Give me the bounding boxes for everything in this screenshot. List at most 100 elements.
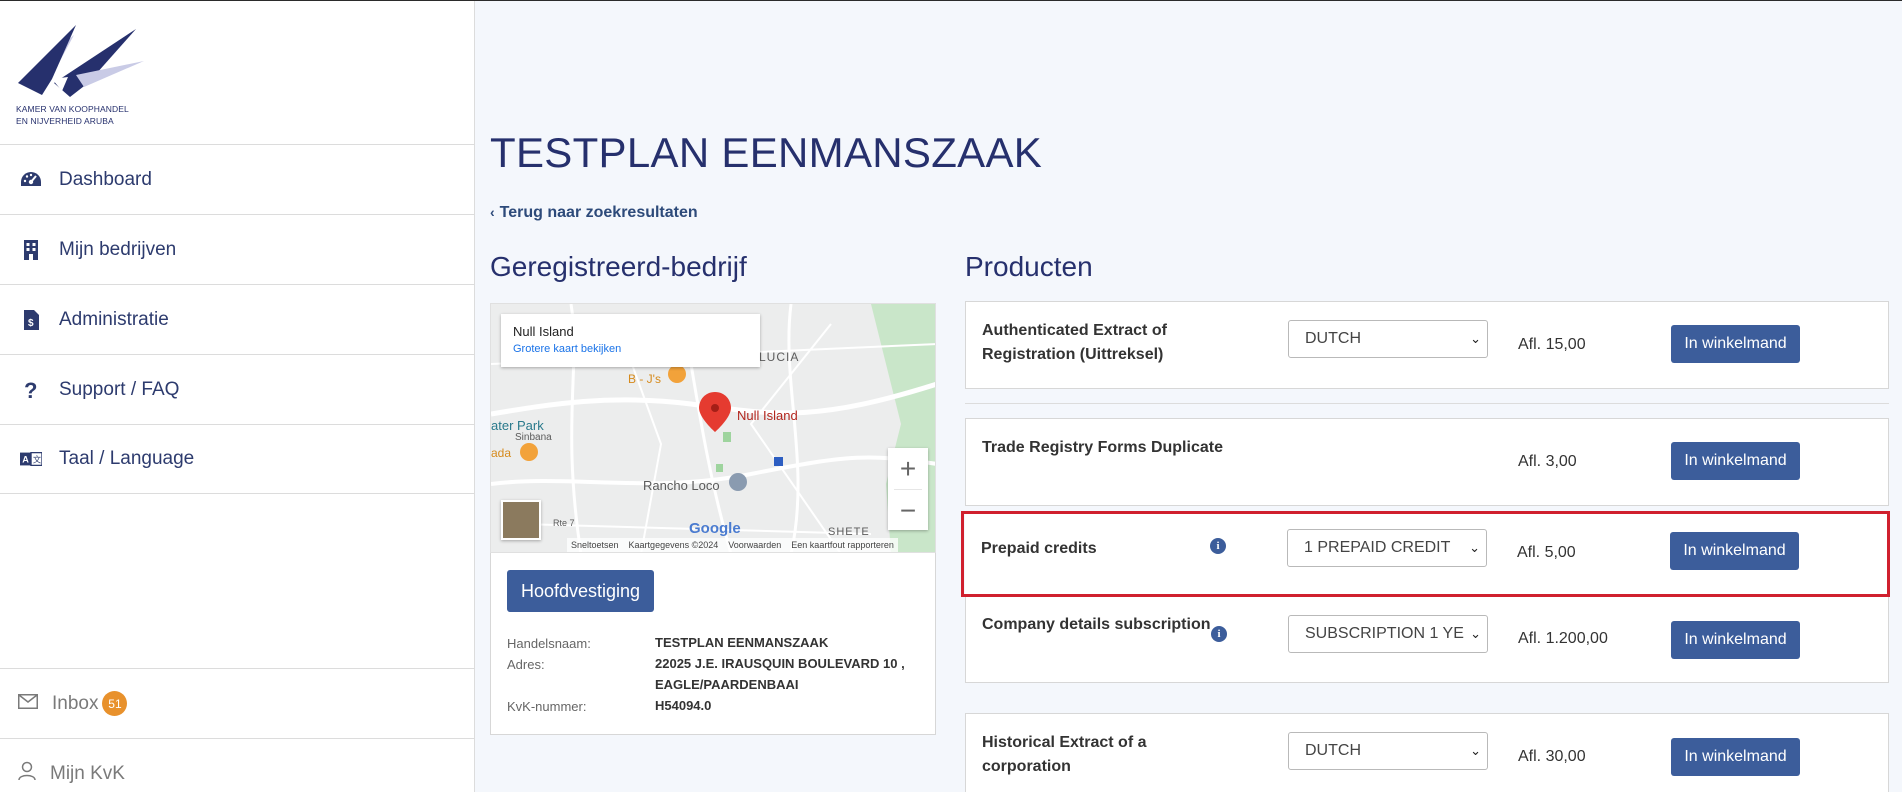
- svg-text:文: 文: [33, 455, 41, 465]
- product-row-prepaid-credits: Prepaid credits i 1 PREPAID CREDIT ⌄ Afl.…: [965, 514, 1889, 594]
- trade-name-value: TESTPLAN EENMANSZAAK: [655, 635, 829, 650]
- product-name: Trade Registry Forms Duplicate: [982, 439, 1223, 456]
- back-link-label: Terug naar zoekresultaten: [499, 204, 698, 221]
- add-to-cart-button[interactable]: In winkelmand: [1670, 532, 1799, 570]
- sidebar: KAMER VAN KOOPHANDEL EN NIJVERHEID ARUBA…: [0, 1, 475, 792]
- info-icon[interactable]: i: [1210, 538, 1226, 554]
- speedometer-icon: [20, 169, 42, 191]
- headquarters-badge[interactable]: Hoofdvestiging: [507, 570, 654, 612]
- select-value: DUTCH: [1305, 330, 1361, 347]
- add-to-cart-button[interactable]: In winkelmand: [1671, 442, 1800, 480]
- kvk-number-value: H54094.0: [655, 698, 712, 713]
- sidebar-item-mijn-bedrijven[interactable]: Mijn bedrijven: [0, 214, 475, 284]
- sidebar-item-mijn-kvk[interactable]: Mijn KvK: [0, 738, 475, 792]
- inbox-count-badge: 51: [102, 691, 128, 716]
- back-to-results-link[interactable]: ‹ Terug naar zoekresultaten: [490, 204, 698, 222]
- brand-line-2: EN NIJVERHEID ARUBA: [16, 116, 114, 126]
- chevron-down-icon: ⌄: [1466, 540, 1480, 556]
- account-label: Mijn KvK: [50, 762, 125, 784]
- product-name: Prepaid credits: [981, 540, 1097, 557]
- sidebar-item-label: Dashboard: [59, 168, 152, 190]
- select-value: DUTCH: [1305, 742, 1361, 759]
- sidebar-item-language[interactable]: A文 Taal / Language: [0, 424, 475, 494]
- map-pin-label: Null Island: [737, 408, 798, 423]
- google-logo: Google: [689, 520, 741, 537]
- zoom-out-button[interactable]: −: [888, 490, 928, 531]
- address-value: 22025 J.E. IRAUSQUIN BOULEVARD 10 , EAGL…: [655, 656, 905, 692]
- sidebar-item-support-faq[interactable]: ? Support / FAQ: [0, 354, 475, 424]
- map-label: Rte 7: [553, 518, 575, 528]
- question-icon: ?: [20, 379, 42, 401]
- map-label: LUCIA: [759, 350, 800, 364]
- invoice-icon: $: [20, 309, 42, 331]
- language-select[interactable]: DUTCH ⌄: [1288, 320, 1488, 358]
- svg-text:$: $: [28, 318, 34, 329]
- user-icon: [18, 761, 36, 786]
- bigger-map-link[interactable]: Grotere kaart bekijken: [513, 343, 748, 355]
- product-price: Afl. 5,00: [1517, 544, 1576, 561]
- product-name: Company details subscription: [982, 616, 1211, 633]
- product-row: Historical Extract of a corporation DUTC…: [965, 713, 1889, 792]
- chevron-down-icon: ⌄: [1467, 743, 1481, 759]
- brand-name: KAMER VAN KOOPHANDEL EN NIJVERHEID ARUBA: [16, 103, 129, 127]
- map-data-credit: Kaartgegevens ©2024: [628, 540, 719, 550]
- map-label: SHETE: [828, 526, 870, 538]
- product-price: Afl. 3,00: [1518, 453, 1577, 470]
- add-to-cart-button[interactable]: In winkelmand: [1671, 325, 1800, 363]
- company-details-card: Hoofdvestiging Handelsnaam: TESTPLAN EEN…: [490, 553, 936, 735]
- google-logo-text: Google: [689, 520, 741, 537]
- product-price: Afl. 30,00: [1518, 748, 1586, 765]
- language-select[interactable]: DUTCH ⌄: [1288, 732, 1488, 770]
- product-divider: [965, 403, 1889, 404]
- chevron-down-icon: ⌄: [1467, 331, 1481, 347]
- map-attribution: Sneltoetsen Kaartgegevens ©2024 Voorwaar…: [567, 538, 898, 552]
- language-icon: A文: [20, 448, 42, 470]
- credits-select[interactable]: 1 PREPAID CREDIT ⌄: [1287, 529, 1487, 567]
- sidebar-item-inbox[interactable]: Inbox 51: [0, 668, 475, 738]
- sidebar-item-dashboard[interactable]: Dashboard: [0, 144, 475, 214]
- product-price: Afl. 1.200,00: [1518, 630, 1608, 647]
- sidebar-item-administratie[interactable]: $ Administratie: [0, 284, 475, 354]
- zoom-in-button[interactable]: +: [888, 448, 928, 489]
- map-label: ada: [491, 446, 512, 460]
- info-icon[interactable]: i: [1211, 626, 1227, 642]
- chevron-left-icon: ‹: [490, 204, 495, 220]
- select-value: SUBSCRIPTION 1 YE: [1305, 625, 1464, 642]
- map-label: Rancho Loco: [643, 478, 720, 493]
- map-label: Sinbana: [515, 432, 552, 443]
- map-terms-link[interactable]: Voorwaarden: [728, 540, 781, 550]
- building-icon: [20, 239, 42, 261]
- map-zoom-controls: + −: [888, 448, 928, 530]
- add-to-cart-button[interactable]: In winkelmand: [1671, 621, 1800, 659]
- envelope-icon: [18, 693, 38, 714]
- sidebar-nav: Dashboard Mijn bedrijven $ Administratie…: [0, 144, 475, 494]
- sidebar-item-label: Mijn bedrijven: [59, 238, 177, 260]
- address-label: Adres:: [507, 657, 545, 672]
- map-report-link[interactable]: Een kaartfout rapporteren: [791, 540, 894, 550]
- registered-company-heading: Geregistreerd-bedrijf: [490, 251, 747, 282]
- product-row: Company details subscription i SUBSCRIPT…: [965, 597, 1889, 683]
- sidebar-bottom: Inbox 51 Mijn KvK: [0, 668, 475, 792]
- product-name: Authenticated Extract of Registration (U…: [982, 322, 1167, 363]
- sidebar-item-label: Taal / Language: [59, 448, 195, 469]
- add-to-cart-button[interactable]: In winkelmand: [1671, 738, 1800, 776]
- kvk-number-label: KvK-nummer:: [507, 699, 587, 714]
- svg-text:A: A: [22, 455, 29, 465]
- trade-name-label: Handelsnaam:: [507, 636, 591, 651]
- sidebar-item-label: Support / FAQ: [59, 378, 180, 400]
- product-row: Trade Registry Forms Duplicate Afl. 3,00…: [965, 418, 1889, 506]
- product-row: Authenticated Extract of Registration (U…: [965, 301, 1889, 389]
- map-place-name: Null Island: [513, 324, 574, 339]
- page-title: TESTPLAN EENMANSZAAK: [490, 129, 1043, 176]
- map-shortcuts-link[interactable]: Sneltoetsen: [571, 540, 619, 550]
- chevron-down-icon: ⌄: [1467, 626, 1481, 642]
- product-name: Historical Extract of a corporation: [982, 734, 1147, 775]
- svg-text:?: ?: [24, 380, 37, 400]
- satellite-toggle[interactable]: [501, 500, 541, 540]
- company-location-map[interactable]: Null Island Grotere kaart bekijken Null …: [490, 303, 936, 553]
- brand-line-1: KAMER VAN KOOPHANDEL: [16, 104, 129, 114]
- subscription-select[interactable]: SUBSCRIPTION 1 YE ⌄: [1288, 615, 1488, 653]
- sidebar-item-label: Administratie: [59, 308, 169, 330]
- product-price: Afl. 15,00: [1518, 336, 1586, 353]
- map-label: ater Park: [491, 418, 544, 433]
